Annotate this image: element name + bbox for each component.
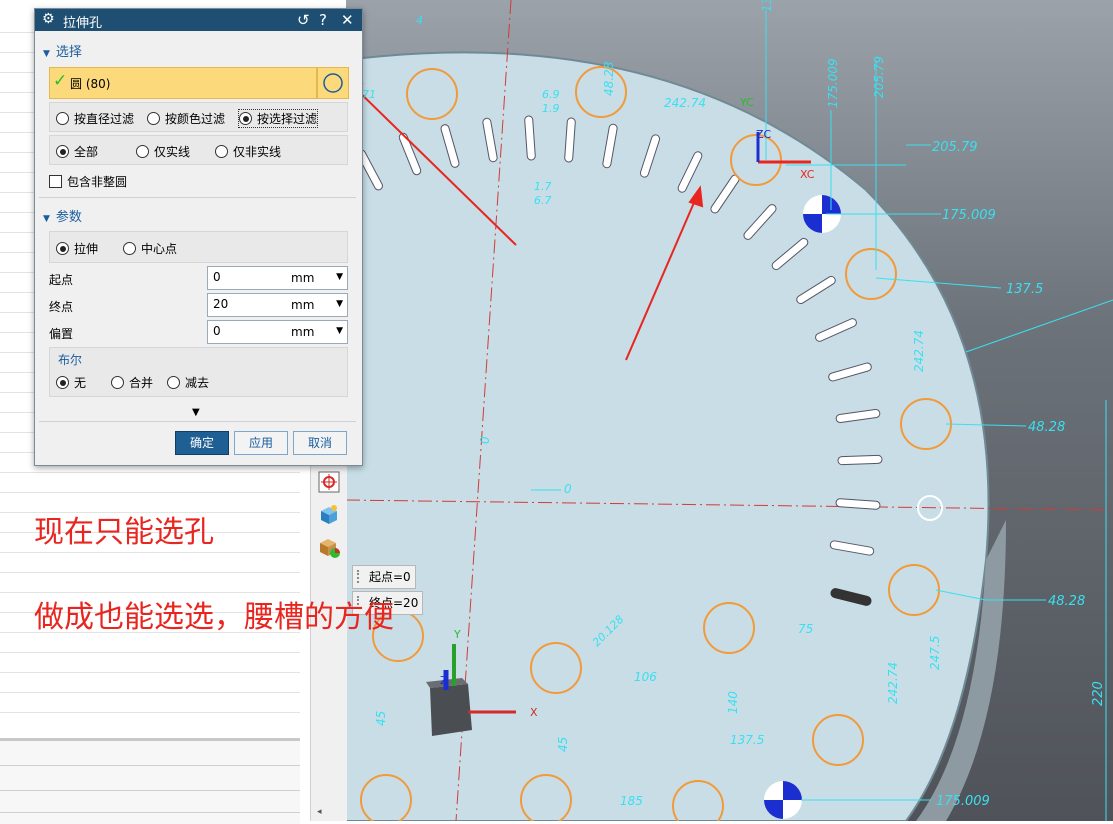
render-cube-icon[interactable]	[317, 503, 341, 527]
dropdown-arrow-icon[interactable]: ▼	[336, 272, 343, 282]
expand-more-icon[interactable]: ▼	[192, 407, 200, 418]
dim-label: 45	[556, 736, 570, 752]
filter-radio-group: 按直径过滤 按颜色过滤 按选择过滤	[49, 102, 348, 132]
annotation-note-1: 现在只能选孔	[34, 515, 214, 550]
scope-solid-only[interactable]: 仅实线	[136, 143, 190, 160]
params-section-header[interactable]: ▼ 参数	[43, 206, 82, 225]
gear-icon: ⚙	[42, 11, 55, 27]
filter-by-selection[interactable]: 按选择过滤	[237, 109, 319, 128]
selection-count: 圆 (80)	[70, 77, 111, 91]
dim-label: 45	[374, 710, 388, 726]
boolean-none[interactable]: 无	[56, 374, 86, 391]
dim-label: 75	[798, 622, 814, 636]
dim-label: 247.5	[928, 635, 942, 670]
dim-label: 48.28	[1048, 594, 1086, 609]
filter-by-color[interactable]: 按颜色过滤	[147, 110, 225, 127]
dim-label: 6.9	[542, 88, 560, 101]
scope-radio-group: 全部 仅实线 仅非实线	[49, 135, 348, 165]
mode-extrude[interactable]: 拉伸	[56, 240, 98, 257]
dim-label: 137.5	[760, 0, 774, 12]
help-icon[interactable]: ?	[319, 11, 327, 29]
end-field[interactable]: 20 mm ▼	[207, 293, 348, 317]
dim-label: 48.28	[1028, 420, 1066, 435]
circle-select-icon	[323, 73, 343, 93]
start-point-chip[interactable]: 起点=0	[352, 565, 416, 589]
collapse-arrow-icon: ▼	[43, 214, 50, 224]
dim-label: 137.5	[730, 733, 765, 747]
dialog-title-bar[interactable]: ⚙ 拉伸孔 ↺ ? ✕	[35, 9, 362, 31]
dim-label: 71	[362, 88, 376, 101]
mode-radio-group: 拉伸 中心点	[49, 231, 348, 263]
axis-label-z: Z	[440, 674, 448, 687]
boolean-heading: 布尔	[58, 353, 83, 367]
axis-label-zc: ZC	[756, 128, 772, 141]
axis-label-yc: YC	[740, 96, 754, 109]
scope-all[interactable]: 全部	[56, 143, 98, 160]
dim-label: 106	[634, 670, 657, 684]
boolean-subtract[interactable]: 减去	[167, 374, 209, 391]
end-label: 终点	[49, 300, 74, 314]
close-icon[interactable]: ✕	[341, 11, 354, 29]
selection-list-item[interactable]: ✓ 圆 (80)	[49, 67, 317, 99]
start-label: 起点	[49, 273, 74, 287]
include-partial-checkbox[interactable]: 包含非整圆	[49, 173, 127, 190]
snap-point-icon[interactable]	[317, 470, 341, 494]
dim-label: 0	[478, 436, 492, 444]
select-circle-button[interactable]	[317, 67, 349, 99]
reset-icon[interactable]: ↺	[297, 11, 310, 29]
dim-label: 175.009	[942, 208, 996, 223]
cancel-button[interactable]: 取消	[293, 431, 347, 455]
dim-label: 4	[416, 14, 423, 27]
mode-center-point[interactable]: 中心点	[123, 240, 177, 257]
dim-label: 175.009	[936, 794, 990, 809]
dim-label: 185	[620, 794, 643, 808]
offset-label: 偏置	[49, 327, 74, 341]
extrude-hole-dialog: ⚙ 拉伸孔 ↺ ? ✕ ▼ 选择 ✓ 圆 (80) 按直径过滤 按颜色过滤 按选择…	[34, 8, 363, 466]
dim-label: 1.9	[542, 102, 560, 115]
dim-label: 205.79	[932, 140, 978, 155]
axis-label-xc: XC	[800, 168, 815, 181]
dim-label: 48.28	[602, 61, 616, 96]
apply-button[interactable]: 应用	[234, 431, 288, 455]
dialog-title: 拉伸孔	[63, 16, 103, 31]
dim-label: 175.009	[826, 58, 840, 108]
checkmark-icon: ✓	[53, 71, 68, 91]
dim-label: 242.74	[886, 662, 900, 704]
ok-button[interactable]: 确定	[175, 431, 229, 455]
dim-label: 220	[1091, 681, 1106, 706]
material-box-icon[interactable]	[317, 535, 341, 559]
scope-non-solid-only[interactable]: 仅非实线	[215, 143, 281, 160]
dim-label: 1.7	[534, 180, 552, 193]
dim-label: 242.74	[664, 96, 706, 110]
dropdown-arrow-icon[interactable]: ▼	[336, 326, 343, 336]
filter-by-diameter[interactable]: 按直径过滤	[56, 110, 134, 127]
scroll-left-icon[interactable]: ◂	[317, 807, 322, 817]
annotation-note-2: 做成也能选选，腰槽的方便	[34, 600, 394, 635]
select-section-header[interactable]: ▼ 选择	[43, 41, 82, 60]
offset-field[interactable]: 0 mm ▼	[207, 320, 348, 344]
dim-label: 0	[564, 482, 572, 496]
axis-label-y: Y	[454, 628, 461, 641]
dim-label: 6.7	[534, 194, 552, 207]
dropdown-arrow-icon[interactable]: ▼	[336, 299, 343, 309]
dim-label: 137.5	[1006, 282, 1044, 297]
side-toolbar: ◂	[310, 465, 347, 821]
dim-label: 205.79	[872, 56, 886, 98]
dim-label: 140	[726, 691, 740, 714]
graphics-viewport[interactable]: 137.5 175.009 205.79 48.28 242.74 205.79…	[346, 0, 1113, 821]
dim-label: 242.74	[912, 330, 926, 372]
start-field[interactable]: 0 mm ▼	[207, 266, 348, 290]
collapse-arrow-icon: ▼	[43, 49, 50, 59]
boolean-group: 布尔 无 合并 减去	[49, 347, 348, 397]
axis-label-x: X	[530, 706, 538, 719]
boolean-unite[interactable]: 合并	[111, 374, 153, 391]
